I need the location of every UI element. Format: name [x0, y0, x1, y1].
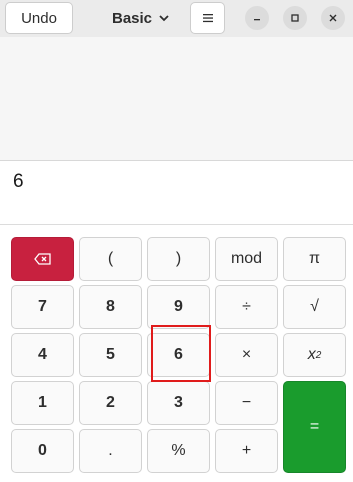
minimize-button[interactable]	[245, 6, 269, 30]
square-button[interactable]: x2	[283, 333, 346, 377]
mode-selector[interactable]: Basic	[106, 2, 176, 34]
digit-1-button[interactable]: 1	[11, 381, 74, 425]
multiply-button[interactable]: ×	[215, 333, 278, 377]
history-panel	[0, 37, 353, 161]
equals-button[interactable]: =	[283, 381, 346, 473]
divide-button[interactable]: ÷	[215, 285, 278, 329]
entry-value: 6	[13, 171, 24, 192]
digit-7-button[interactable]: 7	[11, 285, 74, 329]
mode-label: Basic	[111, 9, 153, 27]
square-root-button[interactable]: √	[283, 285, 346, 329]
decimal-point-button[interactable]: .	[79, 429, 142, 473]
digit-8-button[interactable]: 8	[79, 285, 142, 329]
calculator-window: Undo Basic 6 () mod π 7 8 9 ÷ √ 4 5 6 ×…	[0, 0, 353, 482]
mod-button[interactable]: mod	[215, 237, 278, 281]
open-paren-button[interactable]: (	[79, 237, 142, 281]
close-paren-button[interactable]: )	[147, 237, 210, 281]
minimize-icon	[254, 19, 260, 21]
digit-5-button[interactable]: 5	[79, 333, 142, 377]
chevron-down-icon	[159, 15, 169, 22]
digit-0-button[interactable]: 0	[11, 429, 74, 473]
menu-button[interactable]	[190, 2, 225, 34]
percent-button[interactable]: %	[147, 429, 210, 473]
hamburger-menu-icon	[202, 14, 213, 23]
maximize-icon	[291, 14, 299, 22]
backspace-icon	[33, 253, 51, 265]
add-button[interactable]: +	[215, 429, 278, 473]
digit-2-button[interactable]: 2	[79, 381, 142, 425]
pi-button[interactable]: π	[283, 237, 346, 281]
close-button[interactable]	[321, 6, 345, 30]
square-base: x	[307, 346, 316, 363]
header-bar: Undo Basic	[0, 0, 353, 37]
maximize-button[interactable]	[283, 6, 307, 30]
close-icon	[329, 14, 337, 22]
digit-6-button[interactable]: 6	[147, 333, 210, 377]
keypad: ( ) mod π 7 8 9 ÷ √ 4 5 6 × x2 1 2 3 − =…	[0, 225, 353, 482]
undo-button[interactable]: Undo	[5, 2, 73, 34]
digit-3-button[interactable]: 3	[147, 381, 210, 425]
digit-4-button[interactable]: 4	[11, 333, 74, 377]
entry-field[interactable]: 6	[0, 161, 353, 225]
subtract-button[interactable]: −	[215, 381, 278, 425]
digit-9-button[interactable]: 9	[147, 285, 210, 329]
backspace-button[interactable]	[11, 237, 74, 281]
square-exponent: 2	[315, 349, 322, 361]
